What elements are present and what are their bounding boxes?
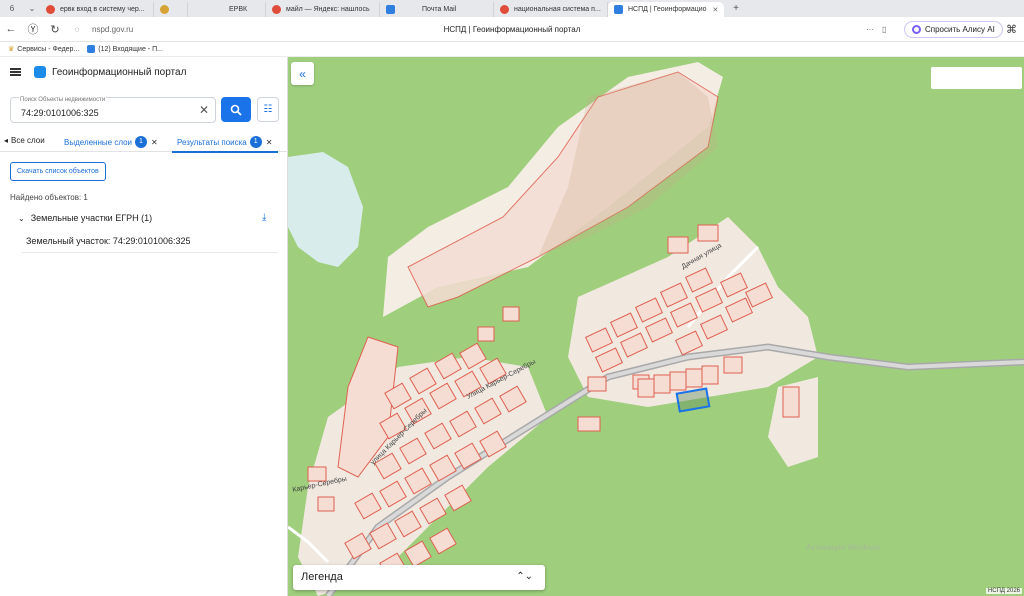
portal-logo-icon [34,66,46,78]
search-label: Поиск Объекты недвижимости [19,97,107,103]
tab-selected-layers[interactable]: Выделенные слои 1 ✕ [64,136,158,148]
tab-all-layers[interactable]: ◂ Все слои [4,136,45,145]
filter-button[interactable]: ☷ [257,97,279,122]
found-count: Найдено объектов: 1 [10,193,88,202]
search-input[interactable]: Поиск Объекты недвижимости 74:29:0101006… [10,97,216,123]
tab-label: Почта Mail [422,6,457,13]
browser-tab-bar: 6 ⌄ ервк вход в систему чер... ЕРВК майл… [0,0,1024,17]
double-chevron-left-icon: « [299,66,306,81]
map-view[interactable]: Дачная улица Улица Карьер-Серебры улица … [288,57,1024,596]
app-title: Геоинформационный портал [52,67,187,78]
mail-icon [87,45,96,53]
tab-search-results[interactable]: Результаты поиска 1 ✕ [177,136,272,148]
bookmark-label: Сервисы - Федер... [17,45,80,53]
map-canvas[interactable]: Дачная улица Улица Карьер-Серебры улица … [288,57,1024,596]
map-control-panel[interactable] [931,67,1022,89]
search-value[interactable]: 74:29:0101006:325 [21,108,99,118]
close-tab-icon[interactable]: ✕ [713,6,719,14]
browser-tab[interactable] [154,2,188,17]
extensions-icon[interactable]: ⌘ [1006,23,1017,36]
more-icon[interactable]: ··· [866,25,874,34]
chevron-left-icon: ◂ [4,136,9,145]
address-bar: ← Ⓨ ↻ ◌ nspd.gov.ru НСПД | Геоинформацио… [0,17,1024,42]
legend-panel[interactable]: Легенда ⌃⌄ [293,565,545,590]
tab-label: НСПД | Геоинформацио [628,6,707,13]
browser-menu-icon[interactable]: 6 [4,2,20,15]
bookmark-item[interactable]: ♛ Сервисы - Федер... [8,45,80,54]
group-label: Земельные участки ЕГРН (1) [30,213,153,223]
search-button[interactable] [221,97,251,122]
sidebar: Геоинформационный портал Поиск Объекты н… [0,57,288,596]
close-icon[interactable]: ✕ [266,138,273,147]
sidebar-tabs: ◂ Все слои Выделенные слои 1 ✕ Результат… [0,132,288,152]
expand-icon: ⌃⌄ [516,571,533,582]
filter-icon: ☷ [263,104,273,115]
search-icon [230,104,242,116]
count-badge: 1 [249,136,262,148]
legend-label: Легенда [301,571,343,583]
browser-tab[interactable]: Почта Mail [380,2,494,17]
tab-label: национальная система п... [514,6,601,13]
browser-tab[interactable]: ервк вход в систему чер... [40,2,154,17]
download-list-button[interactable]: Скачать список объектов [10,162,106,181]
tab-label: ервк вход в систему чер... [60,6,145,13]
chevron-down-icon: ⌄ [18,213,25,223]
browser-tab[interactable]: майл — Яндекс: нашлось [266,2,380,17]
tab-label: Все слои [11,136,45,145]
browser-tab[interactable]: национальная система п... [494,2,608,17]
mail-icon [386,5,395,14]
count-badge: 1 [135,136,147,148]
security-icon[interactable]: ◌ [66,25,88,34]
bookmark-label: (12) Входящие - П... [98,45,163,53]
active-tab-indicator [172,151,278,153]
browser-tab-active[interactable]: НСПД | Геоинформацио ✕ [608,2,724,17]
tab-list-icon[interactable]: ⌄ [24,2,40,15]
back-icon[interactable]: ← [0,23,22,35]
tab-label: Результаты поиска [177,137,247,147]
tab-label: ЕРВК [229,6,248,13]
emblem-icon [160,5,169,14]
collapse-sidebar-button[interactable]: « [291,62,314,85]
reload-icon[interactable]: ↻ [44,23,66,36]
menu-icon[interactable] [10,68,21,76]
download-icon[interactable]: ⤓ [262,212,266,223]
selected-parcel[interactable] [675,387,711,413]
alice-icon [912,25,921,34]
tab-label: майл — Яндекс: нашлось [286,6,370,13]
yandex-icon [46,5,55,14]
alice-label: Спросить Алису AI [925,25,995,34]
bookmark-item[interactable]: (12) Входящие - П... [87,45,163,53]
map-copyright: НСПД 2026 [985,588,1022,594]
bookmarks-bar: ♛ Сервисы - Федер... (12) Входящие - П..… [0,42,1024,57]
bookmark-icon[interactable]: ▯ [882,25,886,34]
windows-activation-watermark: Активация Windows [806,543,880,552]
emblem-icon: ♛ [8,46,15,53]
yandex-home-icon[interactable]: Ⓨ [22,21,44,37]
result-group-header[interactable]: ⌄ Земельные участки ЕГРН (1) [18,213,152,223]
result-item[interactable]: Земельный участок: 74:29:0101006:325 [22,231,278,253]
url-text[interactable]: nspd.gov.ru [92,25,133,34]
clear-search-icon[interactable]: ✕ [199,103,209,117]
yandex-icon [500,5,509,14]
yandex-icon [272,5,281,14]
new-tab-button[interactable]: + [728,2,744,15]
close-icon[interactable]: ✕ [151,138,158,147]
browser-tab[interactable]: ЕРВК [188,2,266,17]
alice-button[interactable]: Спросить Алису AI [904,21,1003,38]
nspd-icon [614,5,623,14]
tab-label: Выделенные слои [64,137,132,147]
